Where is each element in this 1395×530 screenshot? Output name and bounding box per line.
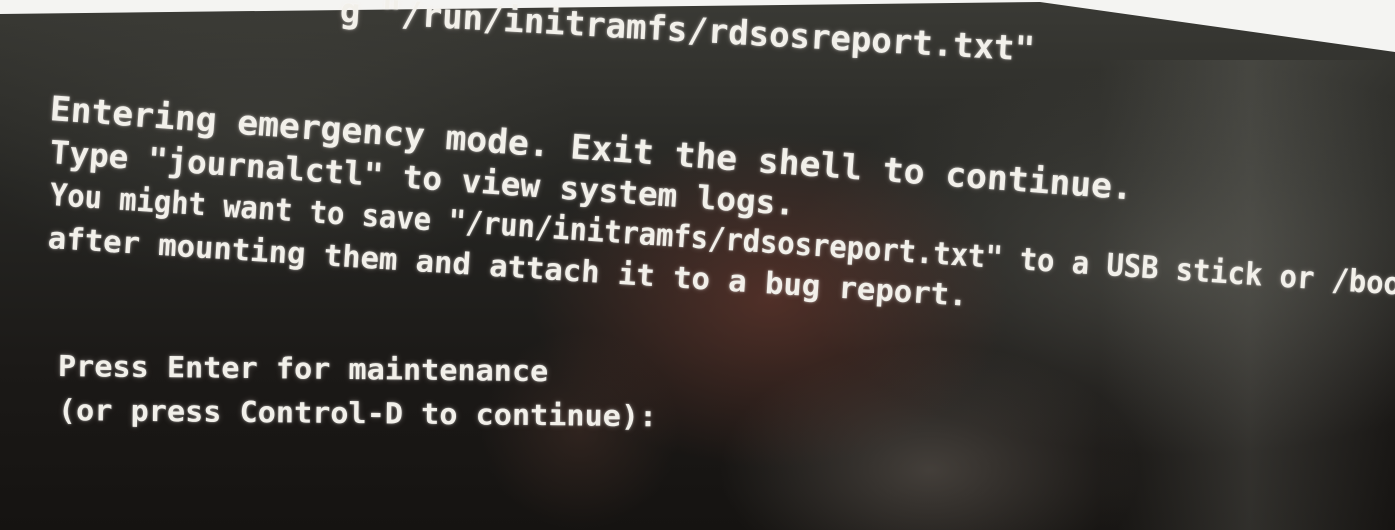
rdsosreport-path-line: g "/run/initramfs/rdsosreport.txt" xyxy=(338,0,1037,70)
maintenance-prompt[interactable]: Press Enter for maintenance xyxy=(58,349,549,388)
terminal-output: g "/run/initramfs/rdsosreport.txt" Enter… xyxy=(0,0,1395,530)
continue-prompt[interactable]: (or press Control-D to continue): xyxy=(58,393,658,433)
photo-of-monitor: g "/run/initramfs/rdsosreport.txt" Enter… xyxy=(0,0,1395,530)
